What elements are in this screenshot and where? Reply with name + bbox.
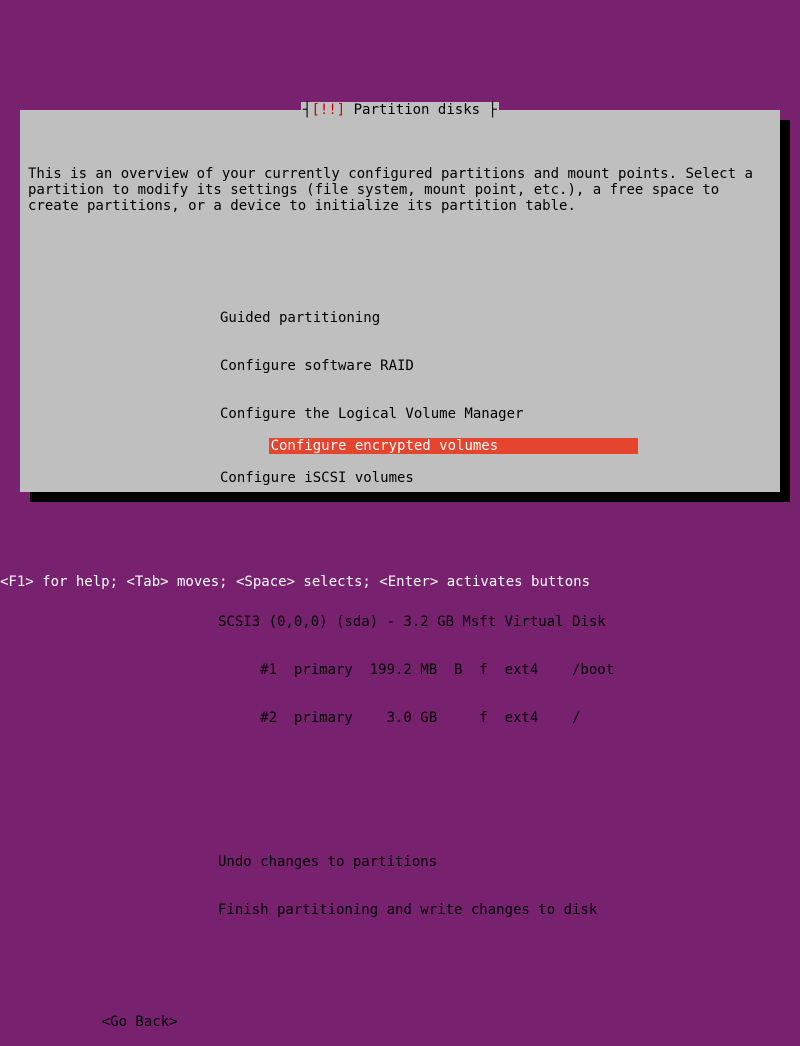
title-bang: [!!] <box>311 102 345 118</box>
menu-guided-partitioning[interactable]: Guided partitioning <box>218 310 772 326</box>
instructions-text: This is an overview of your currently co… <box>28 166 772 214</box>
action-finish-write[interactable]: Finish partitioning and write changes to… <box>218 902 772 918</box>
menu-configure-raid[interactable]: Configure software RAID <box>218 358 772 374</box>
disk-block: SCSI3 (0,0,0) (sda) - 3.2 GB Msft Virtua… <box>218 582 772 758</box>
dialog-title: ┤[!!] Partition disks ├ <box>301 102 499 118</box>
title-bracket-close: ├ <box>489 102 497 118</box>
partition-actions: Undo changes to partitions Finish partit… <box>218 822 772 950</box>
partition-menu: Guided partitioning Configure software R… <box>218 278 772 518</box>
go-back-button[interactable]: <Go Back> <box>102 1014 178 1030</box>
partition-dialog: ┤[!!] Partition disks ├ This is an overv… <box>20 110 780 492</box>
disk-header[interactable]: SCSI3 (0,0,0) (sda) - 3.2 GB Msft Virtua… <box>218 614 772 630</box>
partition-row-1[interactable]: #1 primary 199.2 MB B f ext4 /boot <box>218 662 772 678</box>
title-label: Partition disks <box>345 102 488 118</box>
partition-row-2[interactable]: #2 primary 3.0 GB f ext4 / <box>218 710 772 726</box>
action-undo-changes[interactable]: Undo changes to partitions <box>218 854 772 870</box>
help-footer: <F1> for help; <Tab> moves; <Space> sele… <box>0 574 590 590</box>
dialog-content: This is an overview of your currently co… <box>28 134 772 1046</box>
menu-configure-lvm[interactable]: Configure the Logical Volume Manager <box>218 406 772 422</box>
menu-configure-encrypted[interactable]: Configure encrypted volumes <box>269 438 639 454</box>
menu-configure-iscsi[interactable]: Configure iSCSI volumes <box>218 470 772 486</box>
dialog-title-bar: ┤[!!] Partition disks ├ <box>20 102 780 118</box>
